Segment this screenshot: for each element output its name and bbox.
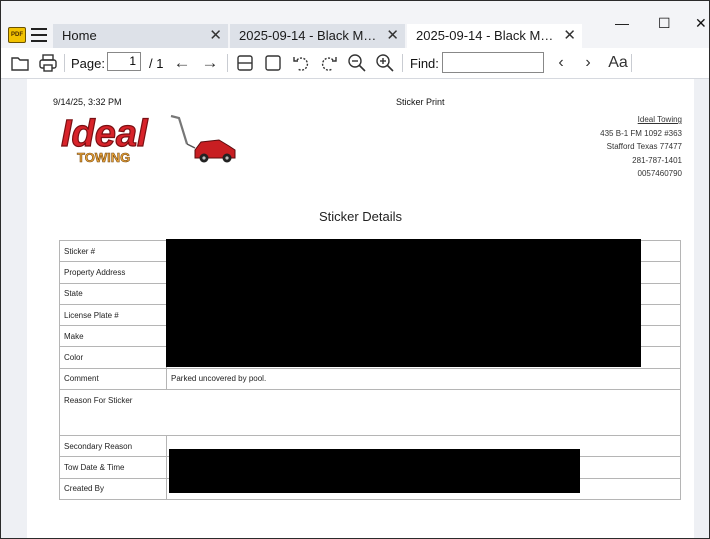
rotate-right-icon[interactable]: [318, 52, 340, 74]
text-size-icon[interactable]: Aa: [605, 52, 631, 74]
pdf-page: 9/14/25, 3:32 PM Sticker Print Ideal TOW…: [27, 79, 694, 538]
hamburger-menu-icon[interactable]: [31, 28, 47, 42]
row-label: Secondary Reason: [59, 435, 167, 458]
document-title: Sticker Details: [318, 209, 403, 224]
print-datetime: 9/14/25, 3:32 PM: [53, 97, 122, 107]
company-phone: 281-787-1401: [632, 155, 682, 165]
close-tab-icon[interactable]: ✕: [386, 24, 399, 48]
toolbar-divider: [227, 54, 228, 72]
tab-home[interactable]: Home ✕: [53, 24, 228, 48]
row-label: Property Address: [59, 261, 167, 284]
toolbar-divider: [64, 54, 65, 72]
row-label: Sticker #: [59, 239, 167, 263]
tab-label: 2025-09-14 - Black Mercedes: [239, 28, 379, 43]
svg-text:Ideal: Ideal: [61, 113, 149, 155]
find-label: Find:: [410, 56, 439, 71]
toolbar-divider: [631, 54, 632, 72]
tab-document-1[interactable]: 2025-09-14 - Black Mercedes ✕: [230, 24, 405, 48]
find-next-icon[interactable]: ›: [577, 52, 599, 74]
table-row: Reason For Sticker: [59, 389, 681, 437]
maximize-button[interactable]: ☐: [658, 15, 671, 32]
tab-bar: PDF Home ✕ 2025-09-14 - Black Mercedes ✕…: [1, 1, 709, 48]
company-address-2: Stafford Texas 77477: [606, 142, 682, 152]
document-area[interactable]: 9/14/25, 3:32 PM Sticker Print Ideal TOW…: [1, 79, 709, 538]
row-label: Reason For Sticker: [59, 389, 681, 437]
open-folder-icon[interactable]: [9, 52, 31, 74]
row-label: Color: [59, 346, 167, 369]
company-name: Ideal Towing: [637, 115, 682, 124]
ideal-towing-logo: Ideal TOWING: [60, 112, 236, 165]
pdf-viewer-window: PDF Home ✕ 2025-09-14 - Black Mercedes ✕…: [0, 0, 710, 539]
close-tab-icon[interactable]: ✕: [209, 24, 222, 48]
print-icon[interactable]: [37, 52, 59, 74]
pdf-app-logo-icon: PDF: [8, 27, 26, 43]
zoom-in-icon[interactable]: [374, 52, 396, 74]
row-label: Created By: [59, 477, 167, 500]
close-tab-icon[interactable]: ✕: [563, 24, 576, 48]
page-total: / 1: [149, 56, 164, 71]
company-info: Ideal Towing 435 B-1 FM 1092 #363 Staffo…: [600, 113, 682, 181]
previous-page-icon[interactable]: ←: [171, 52, 193, 74]
company-license: 0057460790: [637, 169, 683, 179]
next-page-icon[interactable]: →: [199, 52, 221, 74]
table-row: Comment Parked uncovered by pool.: [59, 367, 681, 391]
tab-label: 2025-09-14 - Black Mercedes: [416, 28, 556, 43]
row-label: Tow Date & Time: [59, 456, 167, 479]
row-label: State: [59, 282, 167, 305]
page-label: Page:: [71, 56, 105, 71]
close-window-button[interactable]: ✕: [695, 15, 707, 32]
minimize-button[interactable]: —: [615, 15, 629, 31]
find-input[interactable]: [442, 52, 544, 73]
page-number-input[interactable]: 1: [107, 52, 141, 71]
row-label: License Plate #: [59, 303, 167, 327]
tab-document-2[interactable]: 2025-09-14 - Black Mercedes ✕: [407, 24, 582, 48]
row-label: Make: [59, 325, 167, 348]
redaction-block: [166, 239, 641, 367]
fit-page-icon[interactable]: [262, 52, 284, 74]
row-value: Parked uncovered by pool.: [166, 367, 681, 391]
row-label: Comment: [59, 367, 167, 391]
toolbar: Page: 1 / 1 ← → Find: ‹ › Aa: [1, 48, 709, 79]
redaction-block: [169, 449, 580, 493]
print-header-title: Sticker Print: [396, 97, 445, 107]
fit-width-icon[interactable]: [234, 52, 256, 74]
svg-text:TOWING: TOWING: [77, 150, 130, 165]
tab-label: Home: [62, 28, 97, 43]
company-address-1: 435 B-1 FM 1092 #363: [600, 128, 682, 138]
toolbar-divider: [402, 54, 403, 72]
zoom-out-icon[interactable]: [346, 52, 368, 74]
find-previous-icon[interactable]: ‹: [550, 52, 572, 74]
rotate-left-icon[interactable]: [290, 52, 312, 74]
